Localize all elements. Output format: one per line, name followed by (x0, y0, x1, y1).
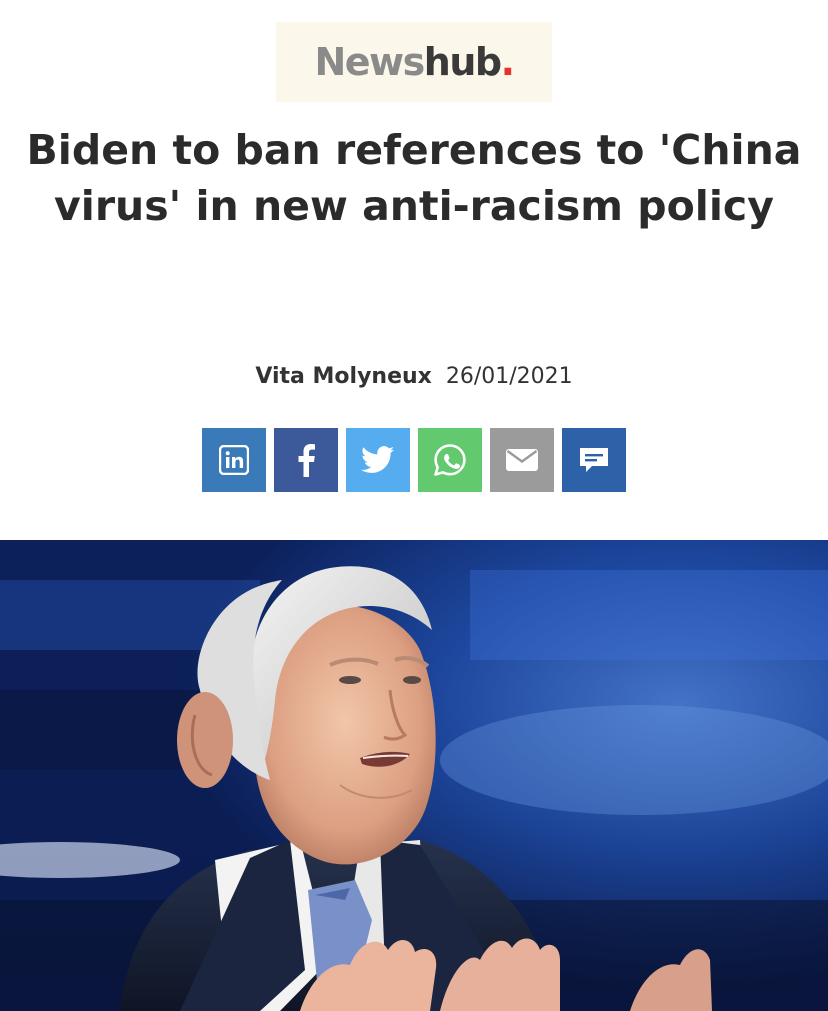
comment-icon (580, 448, 608, 472)
newshub-wordmark: Newshub. (314, 40, 515, 84)
article-byline: Vita Molyneux 26/01/2021 (0, 362, 828, 392)
article-page: Newshub. Biden to ban references to 'Chi… (0, 0, 828, 1011)
comments-button[interactable] (562, 428, 626, 492)
author-name[interactable]: Vita Molyneux (255, 364, 432, 389)
share-twitter-button[interactable] (346, 428, 410, 492)
newshub-logo[interactable]: Newshub. (276, 22, 552, 102)
share-bar (202, 428, 626, 492)
hero-photo (0, 540, 828, 1011)
article-headline: Biden to ban references to 'China virus'… (26, 126, 802, 230)
whatsapp-icon (434, 444, 466, 476)
facebook-icon (298, 444, 315, 477)
share-linkedin-button[interactable] (202, 428, 266, 492)
publish-date: 26/01/2021 (445, 364, 573, 389)
email-icon (506, 449, 538, 471)
twitter-icon (361, 446, 395, 473)
share-whatsapp-button[interactable] (418, 428, 482, 492)
share-facebook-button[interactable] (274, 428, 338, 492)
linkedin-icon (219, 445, 249, 475)
share-email-button[interactable] (490, 428, 554, 492)
biden-speaking-photo (0, 540, 828, 1011)
